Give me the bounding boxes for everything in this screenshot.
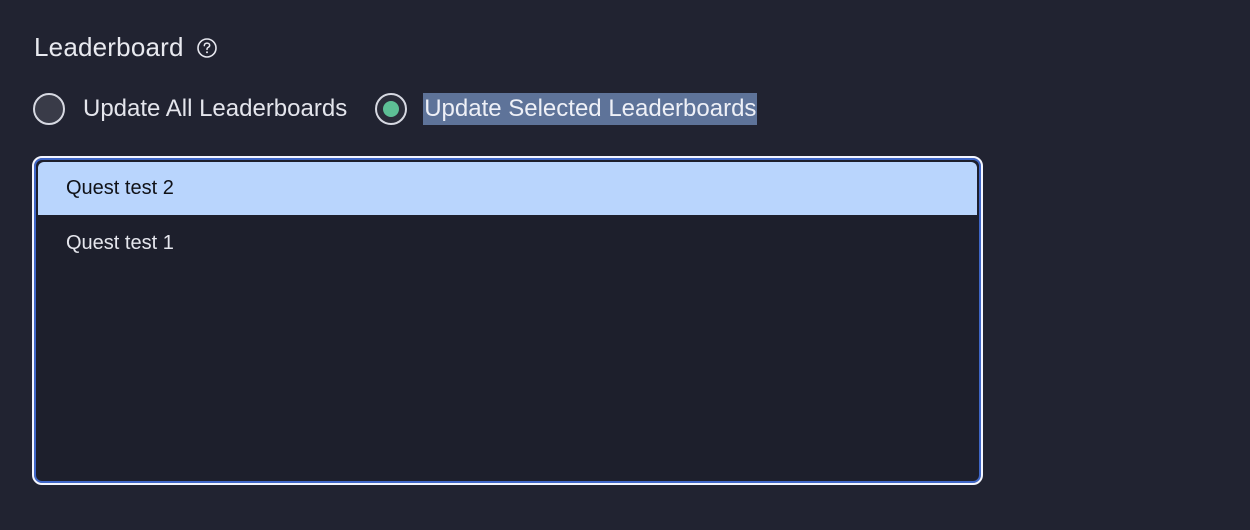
radio-update-selected[interactable]: Update Selected Leaderboards [375, 93, 758, 125]
list-item[interactable]: Quest test 2 [38, 162, 977, 215]
leaderboard-update-mode: Update All Leaderboards Update Selected … [33, 93, 758, 125]
radio-selected-dot [383, 101, 400, 117]
radio-update-all-label[interactable]: Update All Leaderboards [83, 93, 347, 125]
radio-update-selected-label[interactable]: Update Selected Leaderboards [423, 93, 758, 125]
radio-update-all[interactable]: Update All Leaderboards [33, 93, 347, 125]
list-item[interactable]: Quest test 1 [38, 215, 977, 271]
question-circle-icon[interactable] [196, 37, 218, 59]
listbox-scroll-area: Quest test 2 Quest test 1 [38, 162, 977, 479]
leaderboard-listbox[interactable]: Quest test 2 Quest test 1 [32, 156, 983, 485]
radio-button-unselected[interactable] [33, 93, 65, 125]
section-title: Leaderboard [34, 32, 184, 62]
leaderboard-header: Leaderboard [34, 32, 218, 63]
radio-button-selected[interactable] [375, 93, 408, 125]
